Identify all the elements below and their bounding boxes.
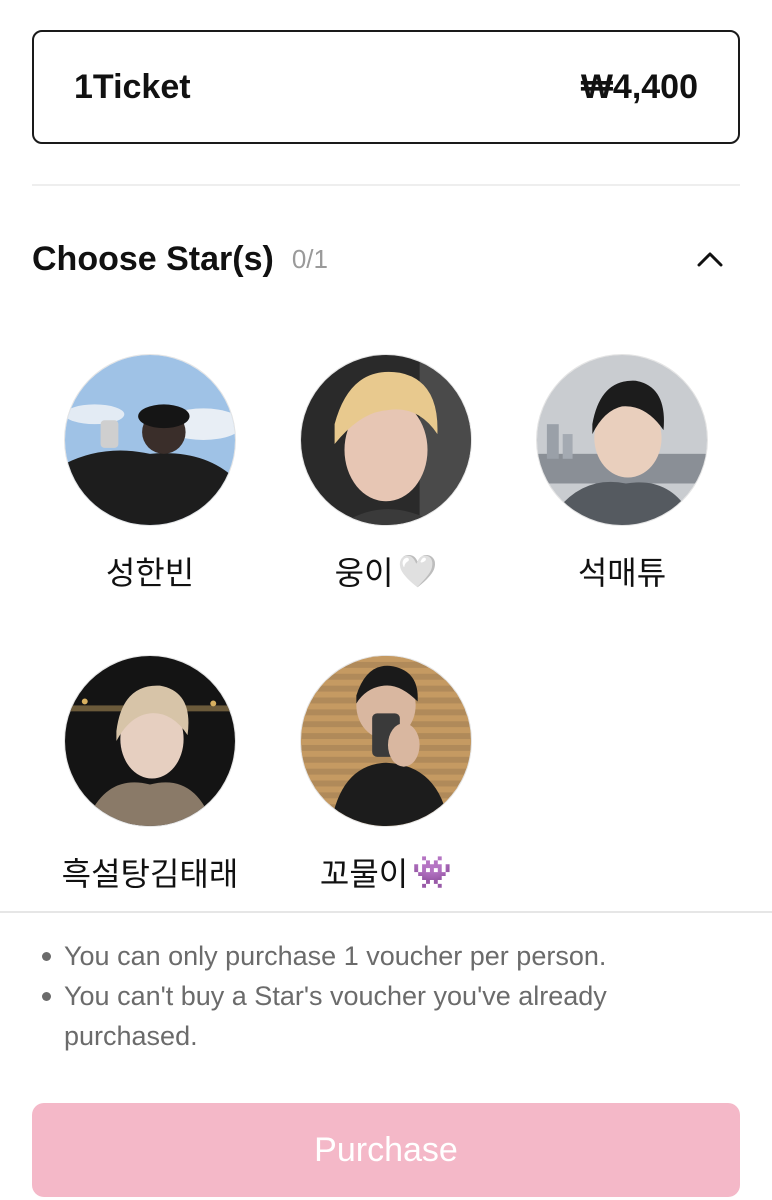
- avatar[interactable]: [536, 354, 708, 526]
- avatar[interactable]: [64, 354, 236, 526]
- avatar[interactable]: [64, 655, 236, 827]
- star-name: 웅이: [334, 555, 394, 591]
- divider: [0, 911, 772, 913]
- star-name: 흑설탕김태래: [61, 856, 239, 892]
- divider: [32, 184, 740, 186]
- ticket-price: ₩4,400: [580, 67, 698, 106]
- choose-stars-header[interactable]: Choose Star(s) 0/1: [32, 232, 740, 286]
- note-text: You can't buy a Star's voucher you've al…: [64, 981, 607, 1051]
- star-option[interactable]: 석매튜: [504, 354, 740, 594]
- avatar[interactable]: [300, 655, 472, 827]
- bullet-icon: [28, 936, 64, 976]
- star-name: 성한빈: [105, 555, 195, 591]
- purchase-notes: You can only purchase 1 voucher per pers…: [28, 936, 728, 1056]
- star-option[interactable]: 웅이 🤍: [268, 354, 504, 594]
- purchase-button[interactable]: Purchase: [32, 1103, 740, 1197]
- star-option[interactable]: 성한빈: [32, 354, 268, 594]
- white-heart-icon: 🤍: [397, 553, 438, 589]
- star-name: 꼬물이: [319, 856, 409, 892]
- star-option[interactable]: 꼬물이 👾: [268, 655, 504, 895]
- selection-count: 0/1: [291, 243, 328, 274]
- note-text: You can only purchase 1 voucher per pers…: [64, 941, 607, 971]
- note-item: You can't buy a Star's voucher you've al…: [28, 976, 728, 1056]
- alien-monster-icon: 👾: [412, 854, 453, 890]
- bullet-icon: [28, 976, 64, 1056]
- choose-stars-title: Choose Star(s): [32, 239, 274, 278]
- note-item: You can only purchase 1 voucher per pers…: [28, 936, 728, 976]
- ticket-option[interactable]: 1Ticket ₩4,400: [32, 30, 740, 144]
- star-name: 석매튜: [577, 555, 667, 591]
- chevron-up-icon[interactable]: [694, 243, 726, 275]
- star-option[interactable]: 흑설탕김태래: [32, 655, 268, 895]
- avatar[interactable]: [300, 354, 472, 526]
- ticket-name: 1Ticket: [74, 67, 191, 106]
